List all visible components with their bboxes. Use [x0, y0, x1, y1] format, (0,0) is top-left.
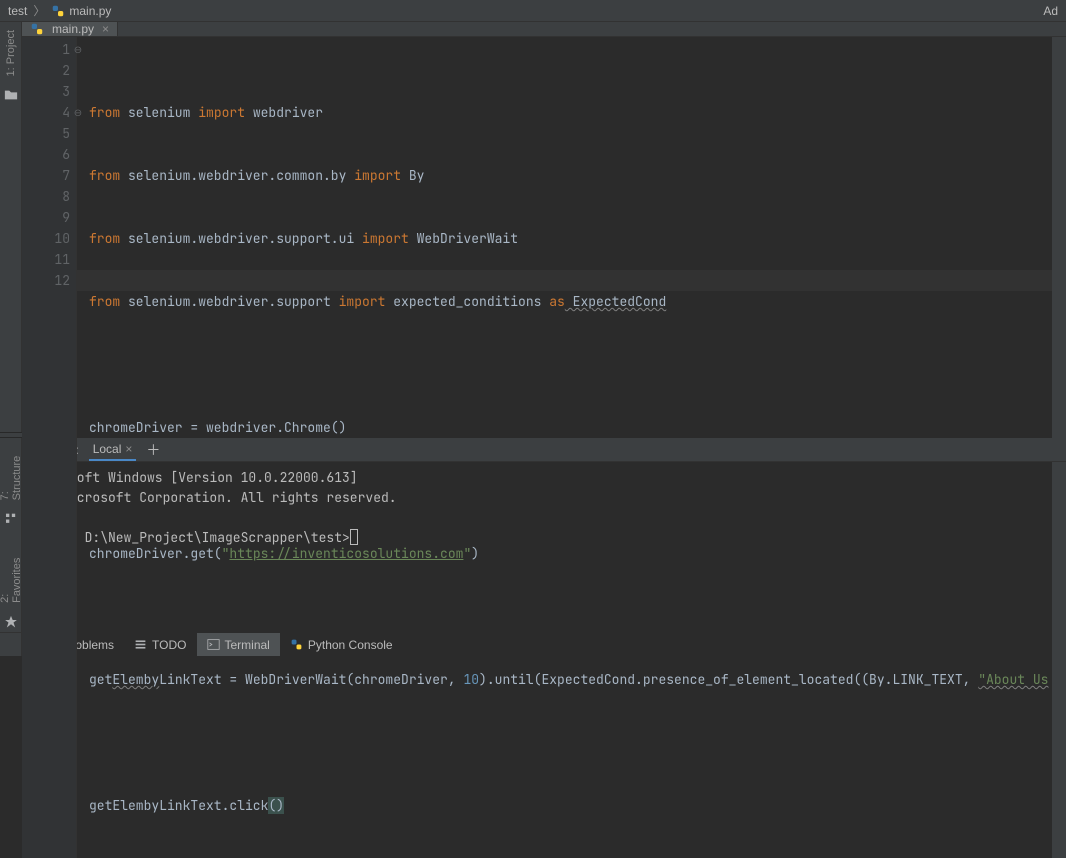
- line-number: 8: [22, 186, 70, 207]
- line-number: 12: [22, 270, 70, 291]
- bottom-left-spacer: [0, 633, 22, 656]
- left-tool-strip: 1: Project: [0, 22, 22, 432]
- breadcrumb-item[interactable]: test: [8, 4, 27, 18]
- editor-block: main.py × 1 2 3 4 5 6 7 8 9 10 11 12 ⊖: [22, 22, 1066, 432]
- line-number: 2: [22, 60, 70, 81]
- sidebar-tab-project[interactable]: 1: Project: [3, 22, 19, 84]
- current-line-highlight: [77, 270, 1052, 291]
- editor-tabs: main.py ×: [22, 22, 1066, 37]
- line-gutter: 1 2 3 4 5 6 7 8 9 10 11 12 ⊖ ⊖: [22, 37, 77, 858]
- header-action[interactable]: Ad: [1043, 4, 1058, 18]
- line-number: 7: [22, 165, 70, 186]
- tab-label: main.py: [52, 22, 94, 36]
- editor-tab-main[interactable]: main.py ×: [22, 22, 118, 36]
- breadcrumb-item[interactable]: main.py: [69, 4, 111, 18]
- star-icon: [4, 615, 18, 628]
- code-area[interactable]: from selenium import webdriver from sele…: [77, 37, 1052, 858]
- folder-icon: [4, 88, 18, 102]
- line-number: 5: [22, 123, 70, 144]
- editor[interactable]: 1 2 3 4 5 6 7 8 9 10 11 12 ⊖ ⊖ f: [22, 37, 1066, 858]
- close-icon[interactable]: ×: [102, 22, 109, 36]
- line-number: 11: [22, 249, 70, 270]
- python-file-icon: [30, 22, 44, 36]
- line-number: 9: [22, 207, 70, 228]
- main-area: 1: Project main.py × 1 2 3 4 5 6 7 8: [0, 22, 1066, 432]
- left-tool-strip-lower: 7: Structure 2: Favorites: [0, 438, 22, 632]
- line-number: 3: [22, 81, 70, 102]
- sidebar-tab-structure[interactable]: 7: Structure: [0, 438, 25, 508]
- line-number: 6: [22, 144, 70, 165]
- breadcrumb: test 〉 main.py Ad: [0, 0, 1066, 22]
- breadcrumb-separator: 〉: [33, 2, 45, 19]
- python-file-icon: [51, 4, 65, 18]
- structure-icon: [4, 512, 18, 525]
- line-number: 1: [22, 39, 70, 60]
- sidebar-tab-favorites[interactable]: 2: Favorites: [0, 540, 25, 611]
- line-number: 10: [22, 228, 70, 249]
- line-number: 4: [22, 102, 70, 123]
